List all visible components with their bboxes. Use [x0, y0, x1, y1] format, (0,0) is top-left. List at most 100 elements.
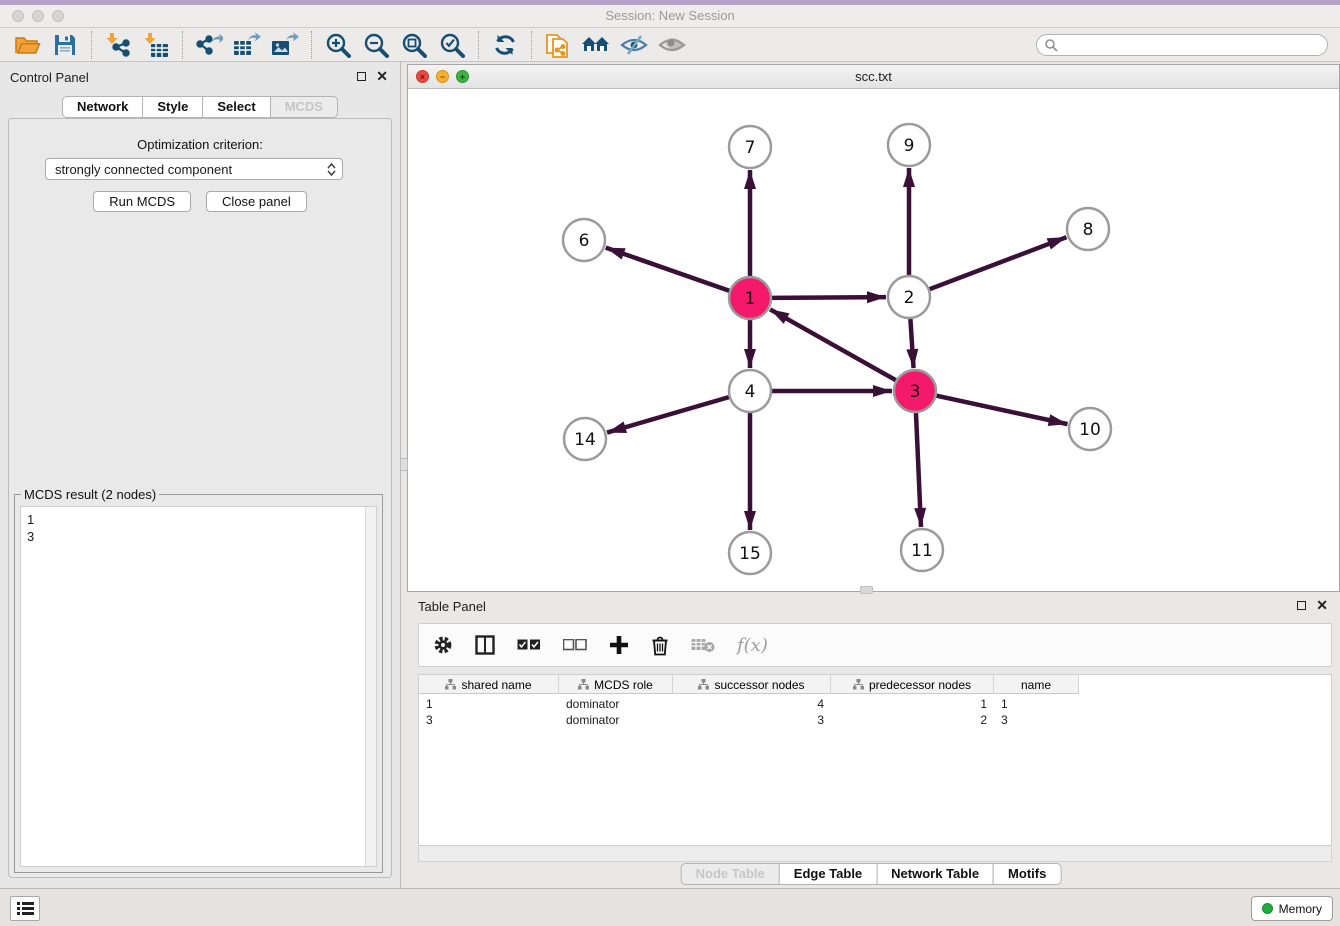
float-table-panel-icon[interactable]: [1297, 601, 1306, 610]
table-row[interactable]: 1dominator411: [419, 696, 1079, 712]
import-network-icon: [105, 32, 131, 58]
zoom-fit-button[interactable]: [395, 30, 433, 60]
graph-edge-2-3[interactable]: [910, 319, 913, 368]
minimize-view-button[interactable]: −: [436, 70, 449, 83]
add-column-icon[interactable]: [609, 635, 629, 655]
tab-network[interactable]: Network: [62, 96, 143, 118]
clone-network-button[interactable]: [539, 30, 577, 60]
graph-node-4[interactable]: 4: [729, 370, 771, 412]
table-cell[interactable]: 4: [673, 696, 831, 712]
result-scrollbar[interactable]: [365, 507, 376, 866]
tab-node-table[interactable]: Node Table: [681, 863, 780, 885]
delete-trash-icon[interactable]: [651, 635, 669, 656]
maximize-view-button[interactable]: +: [456, 70, 469, 83]
graph-edge-4-14[interactable]: [607, 397, 729, 432]
float-panel-icon[interactable]: [357, 72, 366, 81]
import-table-button[interactable]: [137, 30, 175, 60]
export-table-button[interactable]: [228, 30, 266, 60]
select-all-icon[interactable]: [517, 639, 541, 651]
table-cell[interactable]: dominator: [559, 696, 673, 712]
zoom-in-button[interactable]: [319, 30, 357, 60]
network-view-window: × − + scc.txt 7 9 6 8 1 2 4 3 14 10 15 11: [407, 64, 1340, 592]
tab-mcds[interactable]: MCDS: [270, 96, 338, 118]
session-title: Session: New Session: [0, 5, 1340, 27]
graph-node-7[interactable]: 7: [729, 126, 771, 168]
network-window-titlebar[interactable]: × − + scc.txt: [408, 65, 1339, 89]
graph-edge-2-8[interactable]: [930, 237, 1067, 289]
open-session-button[interactable]: [8, 30, 46, 60]
export-image-button[interactable]: [266, 30, 304, 60]
mcds-result-item[interactable]: 3: [27, 528, 376, 545]
graph-node-2[interactable]: 2: [888, 276, 930, 318]
hide-eye-button[interactable]: [615, 30, 653, 60]
refresh-button[interactable]: [486, 30, 524, 60]
column-header-shared-name[interactable]: shared name: [419, 675, 559, 694]
export-image-icon: [271, 32, 299, 58]
table-cell[interactable]: dominator: [559, 712, 673, 728]
tab-motifs[interactable]: Motifs: [993, 863, 1061, 885]
task-history-button[interactable]: [10, 896, 40, 921]
home-icon: [581, 33, 611, 57]
save-session-button[interactable]: [46, 30, 84, 60]
close-view-button[interactable]: ×: [416, 70, 429, 83]
column-header-successor-nodes[interactable]: successor nodes: [673, 675, 831, 694]
graph-node-8[interactable]: 8: [1067, 208, 1109, 250]
tab-edge-table[interactable]: Edge Table: [779, 863, 877, 885]
mcds-result-item[interactable]: 1: [27, 511, 376, 528]
memory-button[interactable]: Memory: [1251, 896, 1333, 921]
graph-edge-3-10[interactable]: [936, 396, 1067, 424]
tab-network-table[interactable]: Network Table: [876, 863, 994, 885]
column-header-MCDS-role[interactable]: MCDS role: [559, 675, 673, 694]
horizontal-splitter-handle[interactable]: [860, 586, 873, 594]
graph-node-1[interactable]: 1: [729, 277, 771, 319]
column-header-label: name: [1021, 678, 1051, 692]
graph-node-11[interactable]: 11: [901, 529, 943, 571]
graph-node-10[interactable]: 10: [1069, 408, 1111, 450]
show-eye-button[interactable]: [653, 30, 691, 60]
minimize-window-button[interactable]: [32, 10, 44, 22]
table-cell[interactable]: 2: [831, 712, 994, 728]
column-header-predecessor-nodes[interactable]: predecessor nodes: [831, 675, 994, 694]
graph-node-3[interactable]: 3: [894, 370, 936, 412]
tab-select[interactable]: Select: [202, 96, 270, 118]
close-panel-icon[interactable]: ✕: [376, 71, 388, 81]
table-cell[interactable]: 1: [994, 696, 1079, 712]
zoom-out-button[interactable]: [357, 30, 395, 60]
graph-node-9[interactable]: 9: [888, 124, 930, 166]
table-cell[interactable]: 3: [673, 712, 831, 728]
tab-style[interactable]: Style: [142, 96, 203, 118]
table-cell[interactable]: 1: [419, 696, 559, 712]
column-header-name[interactable]: name: [994, 675, 1079, 694]
search-input[interactable]: [1036, 34, 1328, 56]
network-canvas[interactable]: 7 9 6 8 1 2 4 3 14 10 15 11: [408, 89, 1339, 591]
settings-gear-icon[interactable]: [433, 635, 453, 655]
export-network-button[interactable]: [190, 30, 228, 60]
close-window-button[interactable]: [12, 10, 24, 22]
close-panel-button[interactable]: Close panel: [206, 191, 307, 212]
deselect-all-icon[interactable]: [563, 639, 587, 651]
import-network-button[interactable]: [99, 30, 137, 60]
zoom-selected-button[interactable]: [433, 30, 471, 60]
window-controls[interactable]: [12, 10, 64, 22]
table-cell[interactable]: 3: [994, 712, 1079, 728]
graph-node-6[interactable]: 6: [563, 219, 605, 261]
vertical-splitter-handle[interactable]: [400, 458, 408, 471]
table-horizontal-scrollbar[interactable]: [418, 847, 1332, 862]
graph-node-14[interactable]: 14: [564, 418, 606, 460]
zoom-window-button[interactable]: [52, 10, 64, 22]
table-cell[interactable]: 1: [831, 696, 994, 712]
graph-node-15[interactable]: 15: [729, 532, 771, 574]
table-row[interactable]: 3dominator323: [419, 712, 1079, 728]
list-icon: [17, 902, 34, 915]
mcds-result-list[interactable]: 1 3: [20, 506, 377, 867]
run-mcds-button[interactable]: Run MCDS: [93, 191, 191, 212]
split-columns-icon[interactable]: [475, 635, 495, 655]
table-cell[interactable]: 3: [419, 712, 559, 728]
criterion-dropdown[interactable]: strongly connected component: [45, 158, 343, 180]
graph-edge-1-2[interactable]: [772, 297, 886, 298]
graph-edge-3-1[interactable]: [770, 309, 896, 380]
close-table-panel-icon[interactable]: ✕: [1316, 600, 1328, 610]
graph-edge-3-11[interactable]: [916, 413, 921, 527]
graph-edge-1-6[interactable]: [606, 248, 730, 291]
home-networks-button[interactable]: [577, 30, 615, 60]
